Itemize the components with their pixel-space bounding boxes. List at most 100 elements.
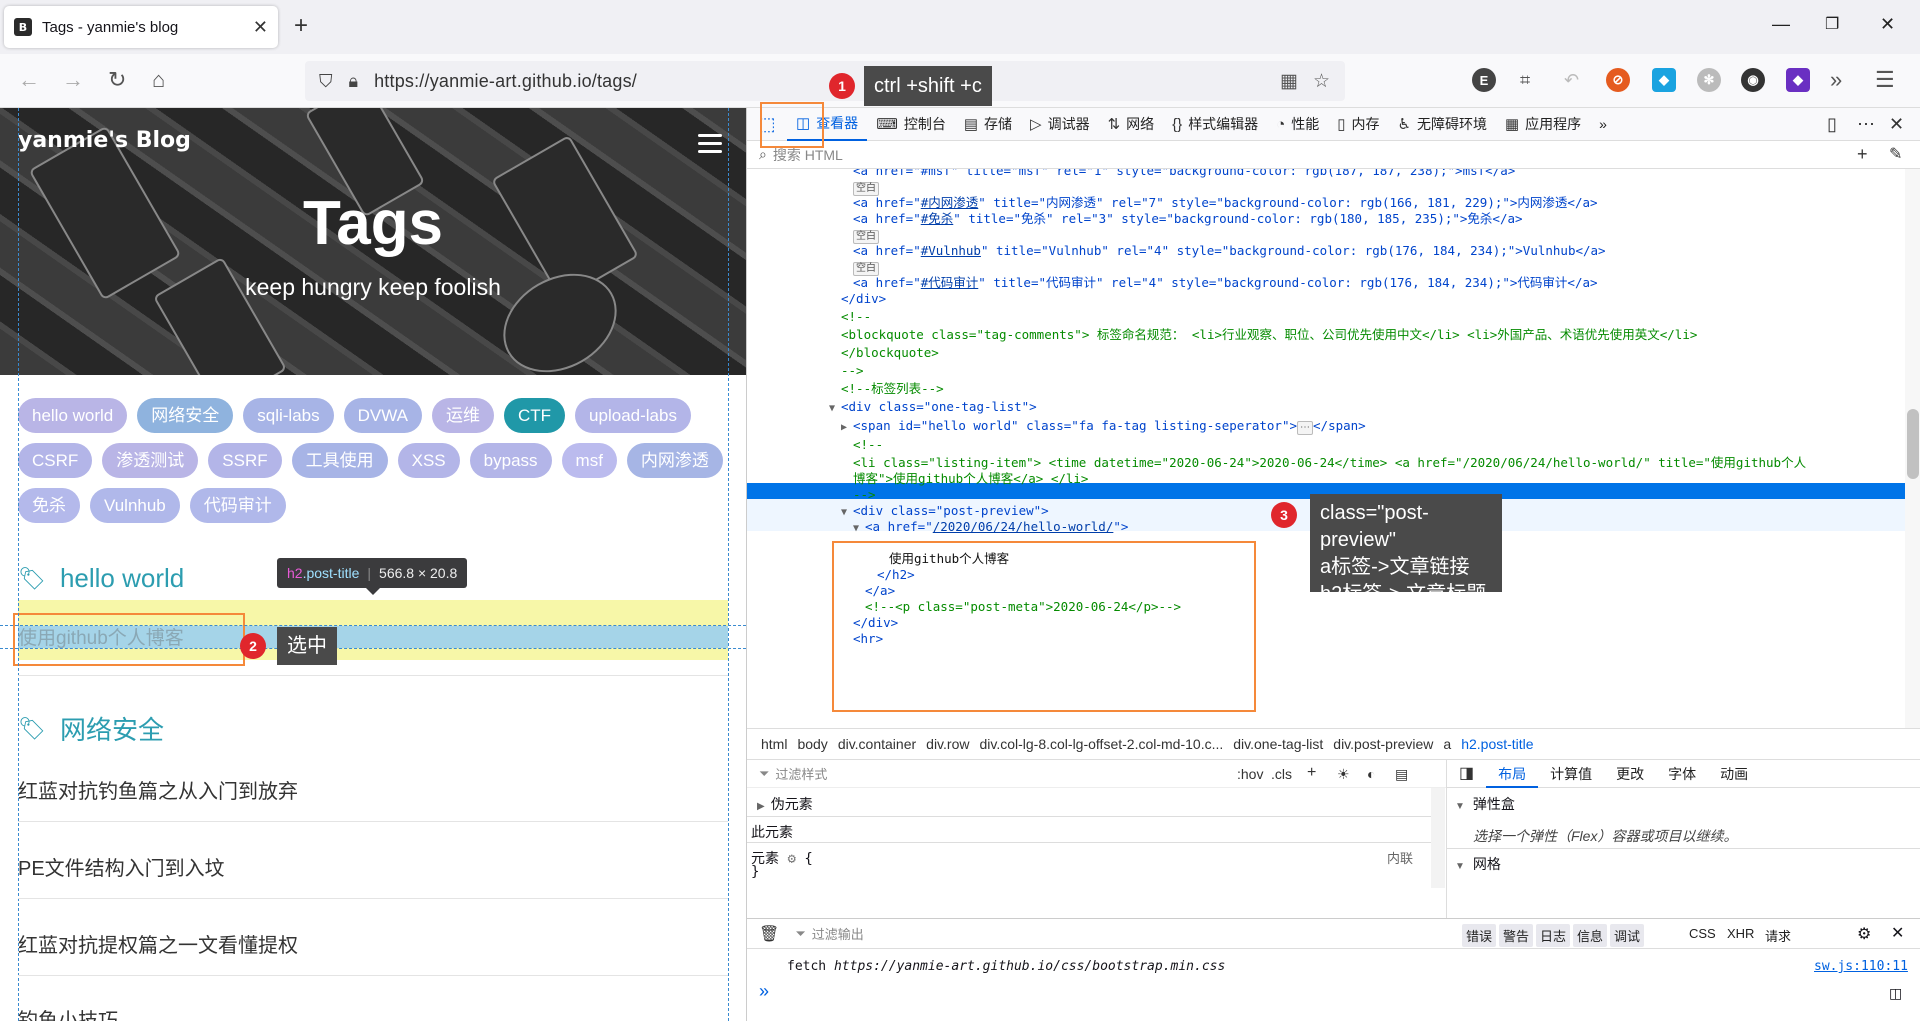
- tag-pill[interactable]: 网络安全: [137, 398, 234, 433]
- breadcrumb-item[interactable]: body: [797, 736, 827, 752]
- flexbox-section[interactable]: ▼ 弹性盒: [1447, 794, 1920, 814]
- undo-icon[interactable]: ↶: [1564, 67, 1579, 93]
- reload-icon[interactable]: ↻: [108, 67, 126, 93]
- console-type-toggle[interactable]: 请求: [1761, 924, 1795, 947]
- markup-line[interactable]: ▶ <span id="hello world" class="fa fa-tag…: [841, 418, 1366, 435]
- post-link[interactable]: 红蓝对抗钓鱼篇之从入门到放弃: [18, 775, 298, 804]
- console-source-link[interactable]: sw.js:110:11: [1814, 959, 1908, 974]
- tab-memory[interactable]: ▯ 内存: [1328, 108, 1388, 141]
- markup-line[interactable]: </div>: [841, 291, 886, 307]
- lock-icon[interactable]: 🔒︎: [349, 71, 359, 92]
- forward-icon[interactable]: →: [62, 67, 84, 93]
- tab-close-icon[interactable]: ✕: [253, 17, 268, 38]
- element-rule[interactable]: 元素 ⚙ {: [751, 848, 813, 868]
- bookmark-star-icon[interactable]: ☆: [1313, 70, 1330, 93]
- editor-mode-icon[interactable]: ◫: [1889, 985, 1902, 1002]
- clear-console-icon[interactable]: 🗑︎: [759, 924, 779, 944]
- app-menu-icon[interactable]: ☰: [1875, 67, 1895, 93]
- markup-scrollbar[interactable]: [1905, 169, 1920, 729]
- tab-style-editor[interactable]: {} 样式编辑器: [1163, 108, 1267, 141]
- tab-application[interactable]: ▦ 应用程序: [1496, 108, 1590, 141]
- tag-pill[interactable]: 内网渗透: [626, 443, 723, 478]
- dark-mode-icon[interactable]: ◐: [1367, 766, 1375, 782]
- blog-brand[interactable]: yanmie's Blog: [18, 128, 191, 153]
- window-close-icon[interactable]: ✕: [1880, 14, 1895, 35]
- eyedropper-icon[interactable]: ✎: [1889, 144, 1902, 164]
- console-level-toggle[interactable]: 错误: [1462, 924, 1497, 947]
- console-message-url[interactable]: https://yanmie-art.github.io/css/bootstr…: [834, 959, 1225, 974]
- post-link[interactable]: 钓鱼小技巧: [18, 1004, 118, 1021]
- layout-tab[interactable]: 更改: [1604, 760, 1656, 788]
- cls-toggle[interactable]: .cls: [1271, 766, 1292, 782]
- tab-console[interactable]: ⌨ 控制台: [867, 108, 955, 141]
- close-console-icon[interactable]: ✕: [1891, 923, 1904, 943]
- breadcrumb-item[interactable]: div.row: [926, 736, 969, 752]
- markup-line[interactable]: </blockquote>: [841, 345, 939, 361]
- breadcrumb-item[interactable]: h2.post-title: [1461, 736, 1533, 752]
- markup-line[interactable]: <a href="#内网渗透" title="内网渗透" rel="7" sty…: [853, 195, 1598, 211]
- markup-line[interactable]: -->: [853, 487, 876, 503]
- sidebar-toggle-icon[interactable]: ◨: [1447, 760, 1486, 788]
- pseudo-elements-row[interactable]: ▶ 伪元素: [757, 794, 813, 814]
- post-link[interactable]: 红蓝对抗提权篇之一文看懂提权: [18, 929, 298, 958]
- add-rule-icon[interactable]: +: [1307, 764, 1316, 782]
- console-settings-icon[interactable]: ⚙: [1857, 924, 1871, 944]
- more-tabs-icon[interactable]: »: [1590, 108, 1616, 141]
- tag-pill[interactable]: 代码审计: [189, 488, 286, 523]
- console-level-toggle[interactable]: 调试: [1610, 924, 1645, 947]
- markup-line[interactable]: <li class="listing-item"> <time datetime…: [853, 455, 1806, 471]
- restore-icon[interactable]: ❐: [1825, 14, 1839, 34]
- layout-tab[interactable]: 布局: [1486, 760, 1539, 788]
- console-level-toggle[interactable]: 信息: [1573, 924, 1608, 947]
- qr-code-icon[interactable]: ▦: [1280, 70, 1298, 93]
- tab-network[interactable]: ⇅ 网络: [1099, 108, 1164, 141]
- more-extensions-icon[interactable]: »: [1830, 67, 1842, 93]
- markup-line[interactable]: <!--标签列表-->: [841, 381, 944, 397]
- markup-line[interactable]: <!--: [853, 437, 883, 453]
- rules-scrollbar[interactable]: [1431, 788, 1445, 888]
- minimize-icon[interactable]: —: [1772, 14, 1790, 35]
- breadcrumb-item[interactable]: html: [761, 736, 787, 752]
- tag-pill[interactable]: bypass: [469, 443, 552, 478]
- tag-pill[interactable]: hello world: [18, 398, 128, 433]
- markup-line[interactable]: <blockquote class="tag-comments"> 标签命名规范…: [841, 327, 1697, 343]
- tag-pill[interactable]: 渗透测试: [102, 443, 199, 478]
- new-tab-icon[interactable]: +: [294, 14, 308, 38]
- url-bar[interactable]: ⛉ 🔒︎ https://yanmie-art.github.io/tags/ …: [305, 61, 1345, 101]
- tag-pill[interactable]: 免杀: [18, 488, 80, 523]
- layout-tab[interactable]: 动画: [1708, 760, 1760, 788]
- add-node-icon[interactable]: +: [1857, 144, 1868, 165]
- light-mode-icon[interactable]: ☀: [1337, 766, 1350, 783]
- extension-block-icon[interactable]: ⊘: [1606, 68, 1630, 92]
- home-icon[interactable]: ⌂: [152, 67, 165, 93]
- tag-pill[interactable]: sqli-labs: [243, 398, 334, 433]
- console-type-toggle[interactable]: XHR: [1723, 924, 1758, 943]
- tab-accessibility[interactable]: ♿︎ 无障碍环境: [1389, 108, 1496, 141]
- browser-tab[interactable]: B Tags - yanmie's blog ✕: [4, 6, 278, 48]
- tag-pill[interactable]: XSS: [397, 443, 460, 478]
- markup-line[interactable]: ▼ <a href="/2020/06/24/hello-world/">: [853, 519, 1128, 535]
- extension-gear-icon[interactable]: ✻: [1697, 68, 1721, 92]
- console-type-toggle[interactable]: CSS: [1685, 924, 1720, 943]
- dock-icon[interactable]: ▯: [1827, 114, 1837, 135]
- scrollbar-thumb[interactable]: [1907, 409, 1919, 479]
- markup-line[interactable]: ▼ <div class="one-tag-list">: [829, 399, 1037, 415]
- back-icon[interactable]: ←: [18, 67, 40, 93]
- layout-tab[interactable]: 字体: [1656, 760, 1708, 788]
- markup-line[interactable]: <a href="#代码审计" title="代码审计" rel="4" sty…: [853, 275, 1598, 291]
- tab-performance[interactable]: ◔ 性能: [1267, 108, 1328, 141]
- tag-pill[interactable]: Vulnhub: [90, 488, 180, 523]
- tag-pill[interactable]: msf: [561, 443, 617, 478]
- markup-line[interactable]: <a href="#Vulnhub" title="Vulnhub" rel="…: [853, 243, 1606, 259]
- breadcrumb-item[interactable]: div.col-lg-8.col-lg-offset-2.col-md-10.c…: [979, 736, 1223, 752]
- tag-pill[interactable]: CSRF: [18, 443, 93, 478]
- console-level-toggle[interactable]: 日志: [1536, 924, 1571, 947]
- more-options-icon[interactable]: ⋯: [1857, 114, 1875, 135]
- post-link[interactable]: PE文件结构入门到入坟: [18, 852, 225, 881]
- markup-line[interactable]: <a href="#msf" title="msf" rel="1" style…: [853, 169, 1515, 179]
- print-media-icon[interactable]: ▤: [1395, 766, 1408, 783]
- tag-pill[interactable]: 运维: [432, 398, 494, 433]
- html-search-bar[interactable]: ⌕ 搜索 HTML + ✎: [747, 141, 1920, 169]
- layout-tab[interactable]: 计算值: [1538, 760, 1604, 788]
- rules-filter-bar[interactable]: ⏷ 过滤样式 :hov .cls + ☀ ◐ ▤: [747, 760, 1446, 788]
